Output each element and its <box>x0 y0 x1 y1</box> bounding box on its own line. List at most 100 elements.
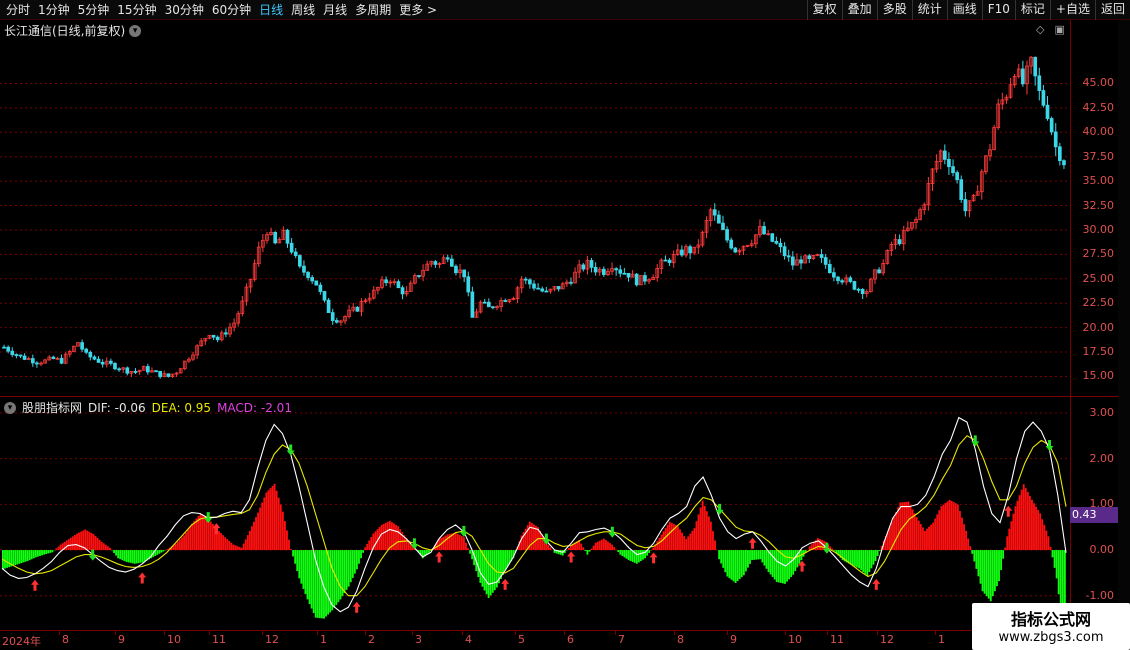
period-tab[interactable]: 60分钟 <box>208 0 255 20</box>
macd-bar <box>617 550 620 553</box>
toolbar-button[interactable]: 统计 <box>911 0 947 20</box>
candle-body <box>667 259 672 264</box>
time-tick: 1 <box>938 633 945 646</box>
macd-bar <box>358 550 360 564</box>
macd-bar <box>353 550 356 574</box>
period-tab[interactable]: 1分钟 <box>34 0 74 20</box>
toolbar-button[interactable]: +自选 <box>1049 0 1095 20</box>
candle-body <box>860 289 865 295</box>
macd-bar <box>1051 550 1054 558</box>
time-tick: 11 <box>212 633 226 646</box>
macd-bar <box>88 531 91 551</box>
macd-chart[interactable] <box>0 397 1070 630</box>
candle-body <box>273 231 278 244</box>
dif-value: DIF: -0.06 <box>88 400 146 415</box>
macd-bar <box>794 550 797 572</box>
macd-bar <box>65 540 68 551</box>
macd-bar <box>306 550 309 600</box>
macd-bar <box>395 524 397 551</box>
macd-bar <box>596 541 599 551</box>
period-tab[interactable]: 5分钟 <box>74 0 114 20</box>
macd-bar <box>16 550 19 565</box>
macd-bar <box>156 550 159 555</box>
macd-bar <box>49 550 52 553</box>
right-side-strip[interactable] <box>1118 20 1130 630</box>
macd-bar <box>257 512 260 551</box>
macd-bar <box>849 550 852 565</box>
macd-bar <box>345 550 348 590</box>
macd-bar <box>1014 506 1017 551</box>
macd-title[interactable]: ▾ 股朋指标网 DIF: -0.06 DEA: 0.95 MACD: -2.01 <box>4 399 292 416</box>
toolbar-button[interactable]: 多股 <box>876 0 912 20</box>
toolbar-button[interactable]: 叠加 <box>841 0 877 20</box>
chevron-down-icon[interactable]: ▾ <box>4 401 16 414</box>
time-tick: 9 <box>118 633 125 646</box>
macd-bar <box>897 507 900 551</box>
macd-bar <box>92 534 95 551</box>
macd-bar <box>84 529 87 551</box>
macd-bar <box>205 517 208 551</box>
toolbar-button[interactable]: 返回 <box>1094 0 1130 20</box>
macd-bar <box>98 539 101 551</box>
macd-bar <box>590 548 593 551</box>
macd-bar <box>446 534 449 551</box>
macd-bar <box>397 526 399 551</box>
candle-body <box>400 287 405 295</box>
macd-bar <box>109 547 111 551</box>
period-tab[interactable]: 多周期 <box>351 0 395 20</box>
macd-bar <box>467 548 469 551</box>
period-tab[interactable]: 日线 <box>255 0 287 20</box>
kline-chart[interactable] <box>0 20 1070 396</box>
macd-bar <box>1020 489 1023 551</box>
macd-bar <box>298 550 301 579</box>
macd-bar <box>286 530 288 551</box>
time-tick-mark <box>317 631 318 635</box>
toolbar-button[interactable]: 标记 <box>1014 0 1050 20</box>
price-tick: 15.00 <box>1082 369 1115 383</box>
macd-bar <box>998 550 1000 582</box>
macd-bar <box>460 536 463 551</box>
macd-bar <box>693 528 696 551</box>
macd-bar <box>316 550 319 618</box>
candle-body <box>770 233 775 242</box>
candle-body <box>10 350 15 355</box>
macd-bar <box>761 550 764 563</box>
window-icon[interactable]: ▣ <box>1054 23 1064 36</box>
period-tab[interactable]: 周线 <box>287 0 319 20</box>
period-tab[interactable]: 15分钟 <box>113 0 160 20</box>
macd-bar <box>242 543 245 551</box>
macd-bar <box>331 550 334 611</box>
diamond-icon[interactable]: ◇ <box>1036 23 1044 36</box>
toolbar-button[interactable]: F10 <box>981 0 1015 20</box>
macd-bar <box>1026 492 1029 551</box>
period-tab[interactable]: 月线 <box>319 0 351 20</box>
macd-bar <box>749 550 751 564</box>
toolbar-button[interactable]: 画线 <box>946 0 982 20</box>
macd-bar <box>987 550 990 599</box>
time-tick: 8 <box>677 633 684 646</box>
candle-body <box>774 240 779 244</box>
price-tick: 37.50 <box>1082 149 1115 163</box>
candle-body <box>823 257 828 265</box>
macd-bar <box>343 550 346 593</box>
period-tab[interactable]: 30分钟 <box>161 0 208 20</box>
time-tick: 9 <box>730 633 737 646</box>
macd-bar <box>232 544 235 551</box>
candle-body <box>836 276 840 282</box>
macd-bar <box>1055 550 1058 579</box>
macd-bar <box>26 550 29 562</box>
time-tick: 2024年 <box>2 635 41 648</box>
buy-arrow-icon <box>748 537 757 549</box>
time-tick: 10 <box>167 633 181 646</box>
macd-bar <box>195 518 198 551</box>
chart-title[interactable]: 长江通信(日线,前复权) ▾ <box>4 22 142 39</box>
period-tab[interactable]: 分时 <box>2 0 34 20</box>
candle-body <box>643 275 647 282</box>
macd-bar <box>259 507 262 551</box>
toolbar-button[interactable]: 复权 <box>806 0 842 20</box>
macd-bar <box>360 550 362 559</box>
candle-body <box>848 277 853 282</box>
candle-body <box>310 277 315 282</box>
chevron-down-icon[interactable]: ▾ <box>129 24 142 37</box>
period-tab[interactable]: 更多 > <box>395 0 441 20</box>
